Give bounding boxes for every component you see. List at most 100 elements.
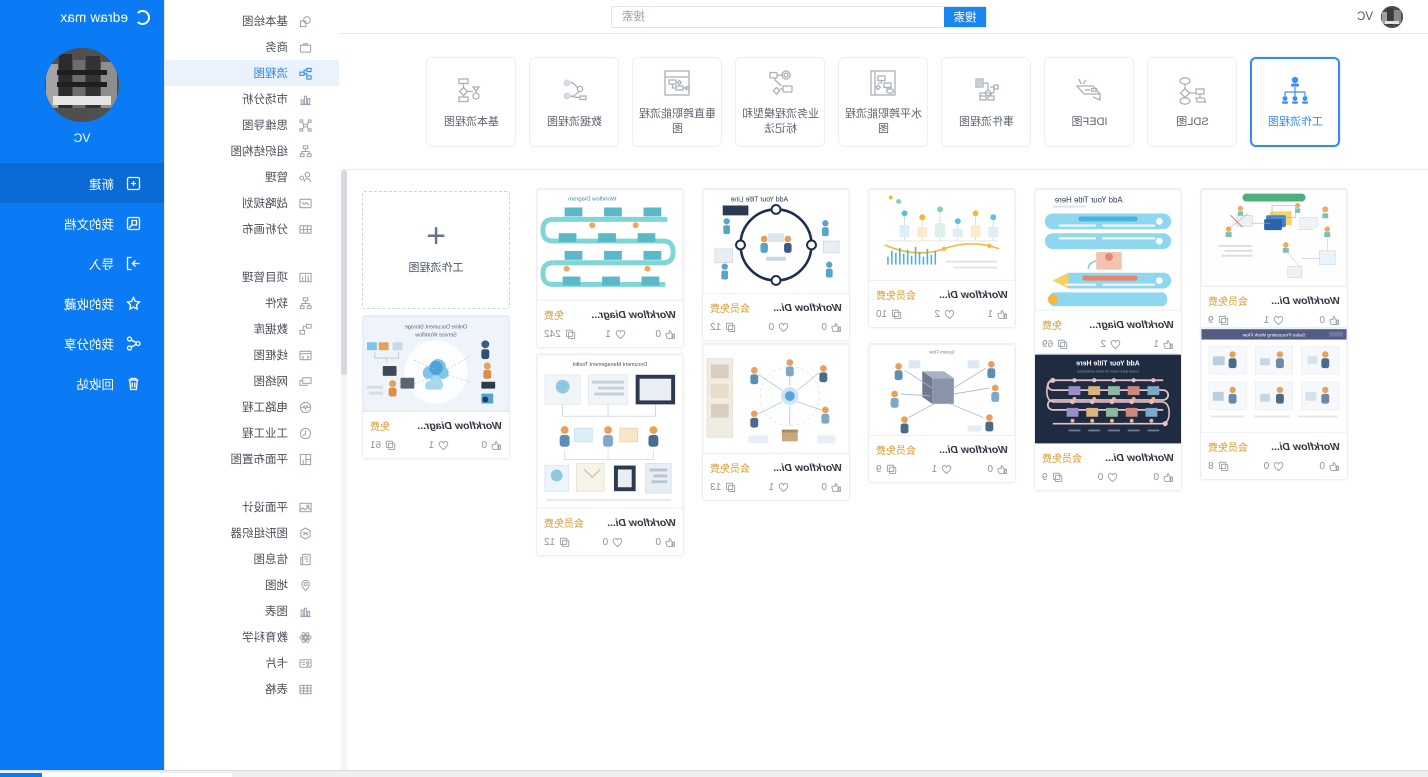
rail-item-import[interactable]: 导入	[0, 243, 164, 283]
sidebar-item-infographic[interactable]: 信息图	[165, 546, 339, 572]
template-card[interactable]: Sales Processing Work Flow Workflow Di..…	[1200, 327, 1348, 480]
sidebar-item-flowchart[interactable]: 流程图	[165, 60, 339, 86]
like-stat[interactable]: 0	[821, 322, 842, 333]
like-stat[interactable]: 0	[821, 482, 842, 493]
sidebar-item-analysis-canvas[interactable]: 分析画布	[165, 216, 339, 242]
heart-stat[interactable]: 1	[1264, 315, 1285, 326]
type-card-event-flow[interactable]: 事件流程图	[941, 56, 1032, 147]
copy-stat[interactable]: 242	[544, 329, 576, 340]
sidebar-item-basic-drawing[interactable]: 基本绘图	[165, 8, 339, 34]
heart-icon	[1108, 473, 1118, 482]
app-logo[interactable]: edraw max	[0, 0, 164, 34]
sidebar-item-card[interactable]: 卡片	[165, 650, 339, 676]
search-input[interactable]	[612, 7, 944, 27]
template-card[interactable]: Document Management Toolkit Workflow Di.…	[536, 353, 684, 556]
rail-item-new[interactable]: 新建	[0, 163, 164, 203]
template-card[interactable]: Add Your Title Line Workflow Di... 会员免费 …	[702, 188, 850, 341]
copy-stat[interactable]: 61	[370, 440, 396, 451]
sidebar-item-graphic-design[interactable]: 平面设计	[165, 494, 339, 520]
heart-stat[interactable]: 1	[769, 482, 790, 493]
copy-stat[interactable]: 13	[710, 482, 736, 493]
sidebar-item-floorplan[interactable]: 平面布置图	[165, 446, 339, 472]
user-profile[interactable]: VC	[0, 34, 164, 161]
rail-item-my-shares[interactable]: 我的分享	[0, 323, 164, 363]
type-card-dataflow[interactable]: 数据流程图	[529, 56, 620, 147]
sidebar-item-table[interactable]: 表格	[165, 676, 339, 702]
heart-stat[interactable]: 0	[769, 322, 790, 333]
create-new-diagram-card[interactable]: + 工作流程图	[362, 191, 510, 309]
sidebar-item-map[interactable]: 地图	[165, 572, 339, 598]
sidebar-item-industrial[interactable]: 工业工程	[165, 420, 339, 446]
sidebar-item-mindmap[interactable]: 思维导图	[165, 112, 339, 138]
gallery-scrollbar[interactable]	[341, 170, 347, 770]
template-card[interactable]: Workflow Di... 会员免费 1 2 10	[868, 188, 1016, 328]
like-stat[interactable]: 1	[987, 309, 1008, 320]
heart-stat[interactable]: 0	[1264, 461, 1285, 472]
type-card-label: 事件流程图	[959, 115, 1014, 128]
like-stat[interactable]: 0	[1153, 472, 1174, 483]
rail-item-recycle-bin[interactable]: 回收站	[0, 363, 164, 403]
copy-stat[interactable]: 69	[1042, 339, 1068, 350]
copy-stat[interactable]: 9	[1042, 472, 1063, 483]
like-stat[interactable]: 0	[481, 440, 502, 451]
sidebar-item-label: 数据库	[253, 324, 289, 336]
heart-stat[interactable]: 1	[932, 464, 953, 475]
sidebar-item-chart[interactable]: 图表	[165, 598, 339, 624]
like-stat[interactable]: 0	[655, 329, 676, 340]
sidebar-item-business[interactable]: 商务	[165, 34, 339, 60]
type-card-vertical-swimlane[interactable]: 垂直跨职能流程图	[632, 56, 723, 147]
template-card[interactable]: Workflow Di... 会员免费 0 1	[702, 343, 850, 501]
sidebar-item-project-management[interactable]: 项目管理	[165, 264, 339, 290]
copy-stat[interactable]: 9	[876, 464, 897, 475]
copy-count: 8	[1208, 461, 1214, 472]
template-card[interactable]: Add Your Title Here Lorem ipsum dolor si…	[1034, 353, 1182, 491]
copy-stat[interactable]: 9	[1208, 315, 1229, 326]
type-card-workflow[interactable]: 工作流程图	[1250, 56, 1341, 147]
copy-stat[interactable]: 8	[1208, 461, 1229, 472]
type-card-sdl[interactable]: SDL图	[1147, 56, 1238, 147]
avatar[interactable]	[45, 48, 119, 122]
heart-stat[interactable]: 2	[935, 309, 956, 320]
heart-stat[interactable]: 0	[1098, 472, 1119, 483]
sidebar-item-market-analysis[interactable]: 市场分析	[165, 86, 339, 112]
sidebar-item-wireframe[interactable]: 线框图	[165, 342, 339, 368]
heart-stat[interactable]: 1	[605, 329, 626, 340]
type-card-basic-flowchart[interactable]: 基本流程图	[426, 56, 517, 147]
sidebar-item-strategy[interactable]: 战略规划	[165, 190, 339, 216]
template-card[interactable]: Online Document Storage Service Workflow	[362, 315, 510, 459]
wireframe-icon	[299, 348, 313, 362]
rail-item-my-favorites[interactable]: 我的收藏	[0, 283, 164, 323]
type-card-bpmn[interactable]: 业务流程模型和标记法	[735, 56, 826, 147]
sidebar-item-management[interactable]: 管理	[165, 164, 339, 190]
rail-item-my-documents[interactable]: 我的文档	[0, 203, 164, 243]
sidebar-item-database[interactable]: 数据库	[165, 316, 339, 342]
sidebar-item-education-science[interactable]: 教育科学	[165, 624, 339, 650]
copy-stat[interactable]: 12	[710, 322, 736, 333]
like-stat[interactable]: 0	[655, 537, 676, 548]
purple-grid-flow-thumb: Sales Processing Work Flow	[1201, 328, 1347, 433]
template-card[interactable]: Workflow Di... 会员免费 0 1	[1200, 188, 1348, 334]
template-card[interactable]: Add Your Title Here Workflow Diagr... 免费…	[1034, 188, 1182, 358]
gallery-scrollbar-thumb[interactable]	[341, 170, 347, 375]
sidebar-item-software[interactable]: 软件	[165, 290, 339, 316]
search-button[interactable]: 搜索	[944, 7, 986, 27]
type-card-horizontal-swimlane[interactable]: 水平跨职能流程图	[838, 56, 929, 147]
like-stat[interactable]: 0	[1319, 315, 1340, 326]
sidebar-item-org-chart[interactable]: 组织结构图	[165, 138, 339, 164]
like-stat[interactable]: 0	[987, 464, 1008, 475]
heart-stat[interactable]: 2	[1101, 339, 1122, 350]
sidebar-item-network[interactable]: 网络图	[165, 368, 339, 394]
type-card-idef[interactable]: IDEF图	[1044, 56, 1135, 147]
heart-stat[interactable]: 1	[429, 440, 450, 451]
copy-stat[interactable]: 10	[876, 309, 902, 320]
copy-stat[interactable]: 12	[544, 537, 570, 548]
sidebar-item-circuit[interactable]: 电路工程	[165, 394, 339, 420]
like-stat[interactable]: 0	[1319, 461, 1340, 472]
flowchart-icon	[299, 66, 313, 80]
like-stat[interactable]: 1	[1153, 339, 1174, 350]
template-card[interactable]: System Flow Workflow Di... 会员免费 0 1 9	[868, 343, 1016, 483]
sidebar-item-graphic-organizer[interactable]: 图形组织器	[165, 520, 339, 546]
template-card[interactable]: Workflow Diagram Workflow Diagr... 免费 0 …	[536, 188, 684, 348]
heart-stat[interactable]: 0	[603, 537, 624, 548]
topbar-user[interactable]: VC	[1357, 5, 1428, 28]
